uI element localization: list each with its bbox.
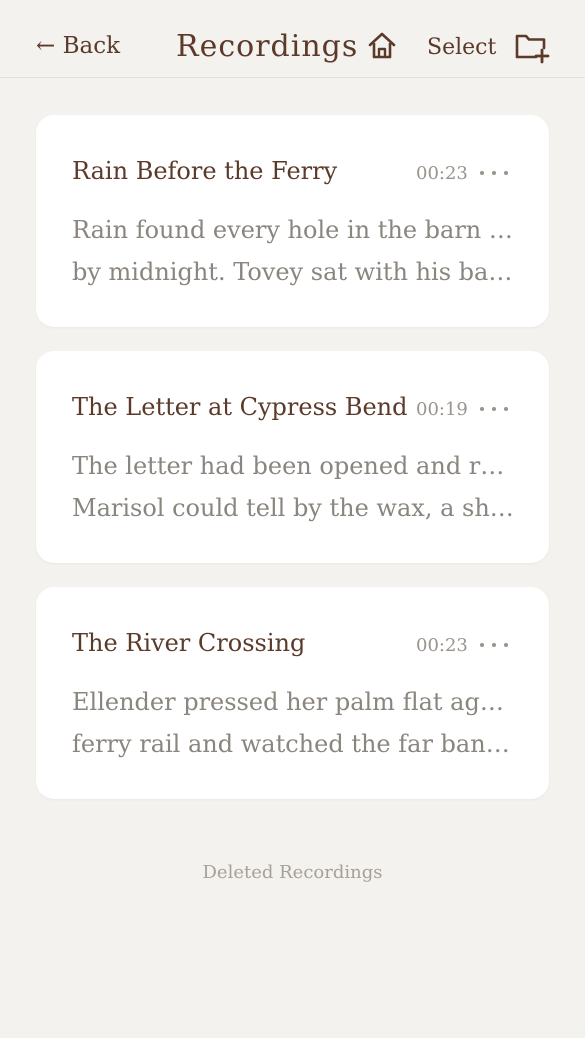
home-button[interactable] bbox=[366, 30, 398, 62]
more-options-button[interactable] bbox=[476, 629, 512, 661]
recording-excerpt: Rain found every hole in the barn roof b… bbox=[72, 209, 517, 293]
select-button[interactable]: Select bbox=[427, 32, 496, 64]
recording-title: The Letter at Cypress Bend bbox=[72, 393, 408, 421]
more-options-button[interactable] bbox=[476, 393, 512, 425]
recording-duration: 00:23 bbox=[416, 163, 468, 184]
recording-title: The River Crossing bbox=[72, 629, 306, 657]
folder-plus-icon bbox=[515, 34, 550, 64]
excerpt-line: Marisol could tell by the wax, a shade d… bbox=[72, 494, 517, 522]
recording-card[interactable]: The Letter at Cypress Bend 00:19 The let… bbox=[36, 351, 549, 563]
excerpt-line: Rain found every hole in the barn roof bbox=[72, 216, 517, 244]
page-title: Recordings bbox=[176, 29, 359, 64]
deleted-recordings-link[interactable]: Deleted Recordings bbox=[0, 858, 585, 888]
recording-excerpt: The letter had been opened and resealed.… bbox=[72, 445, 517, 529]
recording-duration: 00:19 bbox=[416, 399, 468, 420]
recording-title: Rain Before the Ferry bbox=[72, 157, 338, 185]
new-folder-button[interactable] bbox=[514, 30, 550, 64]
excerpt-line: The letter had been opened and resealed. bbox=[72, 452, 517, 480]
excerpt-line: by midnight. Tovey sat with his back a..… bbox=[72, 258, 517, 286]
recording-card[interactable]: The River Crossing 00:23 Ellender presse… bbox=[36, 587, 549, 799]
recording-card[interactable]: Rain Before the Ferry 00:23 Rain found e… bbox=[36, 115, 549, 327]
back-button[interactable]: ← Back bbox=[36, 30, 120, 62]
top-bar: ← Back Recordings Select bbox=[0, 0, 585, 78]
excerpt-line: Ellender pressed her palm flat against t… bbox=[72, 688, 517, 716]
excerpt-line: ferry rail and watched the far bank slid… bbox=[72, 730, 517, 758]
home-icon bbox=[368, 32, 396, 59]
recording-duration: 00:23 bbox=[416, 635, 468, 656]
recording-excerpt: Ellender pressed her palm flat against t… bbox=[72, 681, 517, 765]
more-options-button[interactable] bbox=[476, 157, 512, 189]
